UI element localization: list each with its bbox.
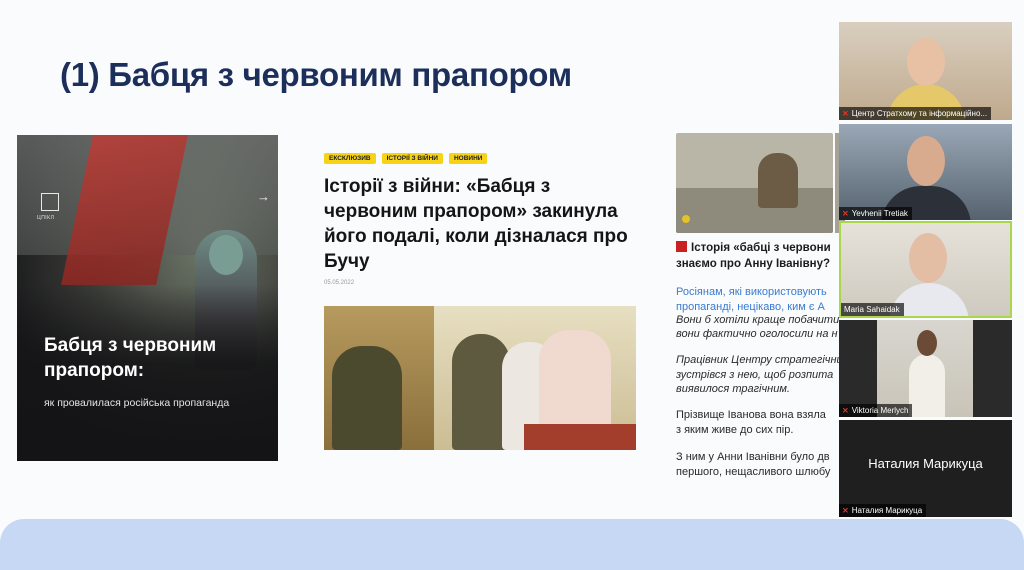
poster-logo-icon [41,193,59,211]
participant-tile-video-off[interactable]: Наталия Марикуца ⨯ Наталия Марикуца [839,420,1012,517]
right-article-heading-2: знаємо про Анну Іванівну? [676,258,831,270]
article-tags: ЕКСКЛЮЗИВ ІСТОРІЇ З ВІЙНИ НОВИНИ [324,153,488,164]
right-article-text: Працівник Центру стратегічни [676,354,841,366]
participant-name-label: ⨯ Yevhenii Tretiak [839,207,912,220]
participant-name-label: Maria Sahaidak [841,303,904,316]
poster-subtitle: як провалилася російська пропаганда [44,397,230,409]
right-heading-line1: Історія «бабці з червони [691,242,831,254]
participant-name: Viktoria Merlych [851,406,909,415]
participant-name: Наталия Марикуца [851,506,923,515]
photo-blanket [524,424,636,450]
arrow-right-icon: → [257,189,270,204]
right-article-heading: Історія «бабці з червони [676,240,841,256]
right-article-text: зустрівся з нею, щоб розпита [676,369,834,381]
mic-muted-icon: ⨯ [842,109,849,118]
article-photo [324,306,636,450]
tag-exclusive: ЕКСКЛЮЗИВ [324,153,376,164]
photo-person [332,346,402,450]
participant-name: Maria Sahaidak [844,305,900,314]
poster-logo-text: ЦПІКЛ [37,215,55,221]
participant-tile[interactable]: ⨯ Viktoria Merlych [839,320,1012,417]
right-article-text: першого, нещасливого шлюбу [676,466,831,478]
bottom-bar [0,519,1024,570]
participant-name: Yevhenii Tretiak [851,209,908,218]
right-article-link[interactable]: Росіянам, які використовують [676,285,841,300]
participant-face [907,38,945,86]
participant-face [909,233,947,283]
red-square-icon [676,241,687,252]
tag-war-stories: ІСТОРІЇ З ВІЙНИ [381,153,443,164]
participant-name-label: ⨯ Viktoria Merlych [839,404,913,417]
participant-face [907,136,945,186]
right-article-photo [676,133,833,233]
participant-tile-active-speaker[interactable]: Maria Sahaidak [839,221,1012,318]
ukraine-badge-icon [682,215,690,223]
poster-title: Бабця з червоним прапором: [44,335,217,381]
woman-head-image [209,235,243,275]
right-article-text: Прізвище Іванова вона взяла [676,409,826,421]
right-article-text: З ним у Анни Іванівни було дв [676,451,830,463]
poster-card: ЦПІКЛ → Бабця з червоним прапором: як пр… [17,135,278,461]
photo-bed [676,188,833,233]
participant-tile[interactable]: ⨯ Yevhenii Tretiak [839,124,1012,220]
article-title: Історії з війни: «Бабця з червоним прапо… [324,176,628,272]
participant-body [909,354,945,417]
participant-name-label: ⨯ Центр Стратхому та інформаційно... [839,107,992,120]
participant-display-name: Наталия Марикуца [868,456,983,471]
right-article-text: вони фактично оголосили на н [676,328,838,340]
right-article-text: Вони б хотіли краще побачити [676,314,840,326]
right-article-text: виявилося трагічним. [676,383,790,395]
photo-person [758,153,798,208]
participant-name-label: ⨯ Наталия Марикуца [839,504,927,517]
mic-muted-icon: ⨯ [842,209,849,218]
right-article-text: з яким живе до сих пір. [676,424,794,436]
mic-muted-icon: ⨯ [842,506,849,515]
tag-news: НОВИНИ [448,153,488,164]
slide-title: (1) Бабця з червоним прапором [60,56,572,93]
article-date: 05.05.2022 [324,280,355,286]
screen-share-view: (1) Бабця з червоним прапором ЦПІКЛ → Ба… [0,0,1024,570]
participant-face [917,330,937,356]
participant-tile[interactable]: ⨯ Центр Стратхому та інформаційно... [839,22,1012,120]
participant-name: Центр Стратхому та інформаційно... [851,109,988,118]
mic-muted-icon: ⨯ [842,406,849,415]
